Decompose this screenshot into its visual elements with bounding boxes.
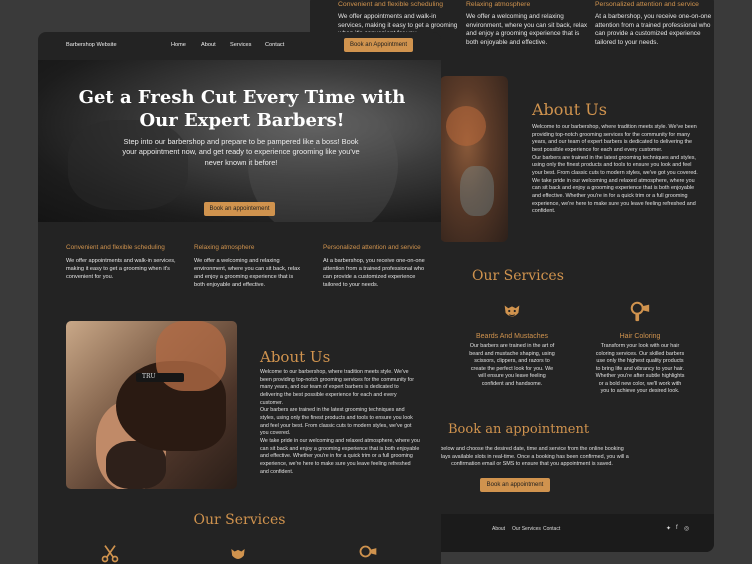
feature-desc: At a barbershop, you receive one-on-one … (323, 258, 425, 289)
feature-personalized: Personalized attention and service At a … (323, 244, 433, 289)
about-title: About Us (260, 348, 331, 366)
about-paragraph: Our barbers are trained in the latest gr… (260, 407, 413, 437)
service-title: Hair Coloring (619, 333, 661, 340)
about-paragraph: We take pride in our welcoming and relax… (260, 438, 420, 475)
hero-subtitle: Step into our barbershop and prepare to … (122, 137, 360, 167)
barber-photo: TRU (66, 321, 237, 489)
about-paragraph: We take pride in our welcoming and relax… (532, 177, 696, 215)
book-appointment-button[interactable]: Book an appointment (480, 478, 550, 492)
services-title: Our Services (472, 268, 564, 284)
hero-section: Get a Fresh Cut Every Time with Our Expe… (38, 60, 441, 222)
feature-title: Convenient and flexible scheduling (338, 1, 444, 8)
feature-title: Relaxing atmosphere (466, 1, 531, 8)
service-beards: Beards And Mustaches Our barbers are tra… (467, 300, 557, 388)
footer-link-about[interactable]: About (492, 526, 505, 532)
book-text: below and choose the desired date, time … (435, 446, 629, 468)
feature-personalized: Personalized attention and service At a … (595, 0, 714, 48)
nav-contact[interactable]: Contact (265, 42, 284, 48)
nav-services[interactable]: Services (230, 42, 251, 48)
navbar: Barbershop Website Home About Services C… (38, 32, 441, 60)
feature-title: Convenient and flexible scheduling (66, 244, 165, 251)
service-hair-coloring: Hair Coloring Transform your look with o… (595, 300, 685, 396)
hair-dryer-icon (359, 545, 377, 558)
about-paragraph: Our barbers are trained in the latest gr… (532, 154, 698, 177)
service-title: Beards And Mustaches (476, 333, 548, 340)
footer-link-contact[interactable]: Contact (543, 526, 560, 532)
beard-icon (504, 305, 520, 317)
nav-book-button[interactable]: Book an Appointment (344, 38, 413, 52)
about-text: Welcome to our barbershop, where traditi… (532, 124, 700, 216)
nav-home[interactable]: Home (171, 42, 186, 48)
feature-title: Relaxing atmosphere (194, 244, 255, 251)
about-paragraph: Welcome to our barbershop, where traditi… (532, 124, 697, 154)
service-desc: Transform your look with our hair colori… (595, 343, 685, 395)
feature-desc: We offer a welcoming and relaxing enviro… (194, 258, 301, 289)
site-logo[interactable]: Barbershop Website (66, 42, 117, 48)
feature-desc: We offer appointments and walk-in servic… (66, 258, 176, 281)
footer-link-services[interactable]: Our Services (512, 526, 541, 532)
feature-atmosphere: Relaxing atmosphere We offer a welcoming… (466, 0, 588, 48)
feature-atmosphere: Relaxing atmosphere We offer a welcoming… (194, 244, 304, 289)
twitter-icon[interactable]: ✦ (666, 525, 671, 532)
feature-desc: We offer a welcoming and relaxing enviro… (466, 13, 588, 47)
about-title: About Us (532, 100, 607, 119)
comb-label: TRU (136, 373, 184, 382)
book-title: Book an appointment (448, 422, 590, 437)
beard-icon (231, 549, 245, 559)
hair-dryer-icon (630, 301, 650, 322)
about-paragraph: Welcome to our barbershop, where traditi… (260, 369, 414, 406)
feature-title: Personalized attention and service (595, 1, 699, 8)
hero-book-button[interactable]: Book an appointement (204, 202, 275, 216)
about-text: Welcome to our barbershop, where traditi… (260, 369, 420, 476)
service-desc: Our barbers are trained in the art of be… (469, 343, 555, 387)
instagram-icon[interactable]: ◎ (684, 525, 689, 532)
scissors-icon (101, 545, 119, 563)
facebook-icon[interactable]: f (676, 525, 678, 531)
feature-title: Personalized attention and service (323, 244, 421, 251)
nav-about[interactable]: About (201, 42, 216, 48)
services-title: Our Services (193, 512, 286, 528)
about-image (440, 76, 508, 242)
hero-title: Get a Fresh Cut Every Time with Our Expe… (78, 87, 406, 132)
front-page: Barbershop Website Home About Services C… (38, 32, 441, 564)
feature-desc: At a barbershop, you receive one-on-one … (595, 13, 712, 47)
feature-scheduling: Convenient and flexible scheduling We of… (66, 244, 176, 281)
